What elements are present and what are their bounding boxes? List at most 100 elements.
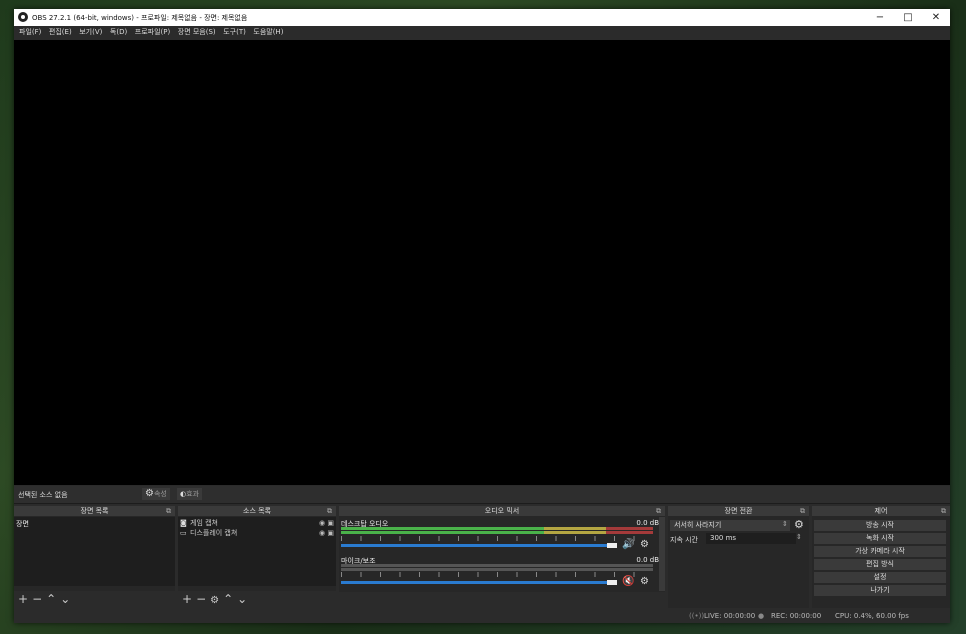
- transitions-dock: 장면 전환 ⧉ 서서히 사라지기 ⇕ ⚙ 지속 시간 300 ms ⇕: [668, 506, 809, 608]
- obs-logo-icon: [18, 12, 28, 22]
- chevron-down-icon: ⇕: [782, 520, 788, 528]
- controls-dock: 제어 ⧉ 방송 시작 녹화 시작 가상 카메라 시작 편집 방식 설정 나가기: [812, 506, 950, 608]
- controls-header: 제어 ⧉: [812, 506, 950, 516]
- undock-icon[interactable]: ⧉: [166, 506, 171, 516]
- no-source-label: 선택된 소스 없음: [18, 491, 68, 499]
- menu-help[interactable]: 도움말(H): [253, 26, 283, 39]
- remove-source-icon[interactable]: −: [196, 591, 206, 608]
- obs-window: OBS 27.2.1 (64-bit, windows) - 프로파일: 제목없…: [14, 9, 950, 623]
- gear-icon: ⚙: [145, 488, 154, 499]
- maximize-button[interactable]: □: [894, 9, 922, 26]
- live-timer: LIVE: 00:00:00: [704, 612, 756, 620]
- eye-icon[interactable]: ◉: [319, 519, 325, 527]
- exit-button[interactable]: 나가기: [814, 585, 946, 596]
- source-item[interactable]: ▭ 디스플레이 캡쳐 ◉ ▣: [180, 528, 336, 538]
- menu-file[interactable]: 파일(F): [19, 26, 41, 39]
- record-icon: ●: [758, 612, 765, 620]
- mixer-header: 오디오 믹서 ⧉: [339, 506, 665, 516]
- scene-item[interactable]: 장면: [16, 519, 29, 529]
- start-streaming-button[interactable]: 방송 시작: [814, 520, 946, 531]
- move-up-icon[interactable]: ⌃: [46, 591, 56, 608]
- meter-scale: [341, 572, 653, 577]
- eye-icon[interactable]: ◉: [319, 529, 325, 537]
- menu-scene-collection[interactable]: 장면 모음(S): [178, 26, 216, 39]
- cpu-fps: CPU: 0.4%, 60.00 fps: [835, 612, 909, 620]
- volume-slider-handle[interactable]: [607, 543, 617, 548]
- broadcast-icon: ((•)): [689, 612, 705, 620]
- title-bar: OBS 27.2.1 (64-bit, windows) - 프로파일: 제목없…: [14, 9, 950, 26]
- rec-timer: REC: 00:00:00: [771, 612, 822, 620]
- gear-icon[interactable]: ⚙: [794, 518, 804, 531]
- transitions-title: 장면 전환: [724, 507, 753, 515]
- mixer-title: 오디오 믹서: [484, 507, 520, 515]
- meter-scale: [341, 536, 653, 541]
- controls-title: 제어: [874, 507, 888, 515]
- move-up-icon[interactable]: ⌃: [223, 591, 233, 608]
- menu-tools[interactable]: 도구(T): [223, 26, 246, 39]
- preview-canvas[interactable]: [14, 40, 950, 485]
- add-source-icon[interactable]: +: [182, 591, 192, 608]
- status-bar: ((•)) LIVE: 00:00:00 ● REC: 00:00:00 CPU…: [14, 609, 950, 623]
- volume-slider-handle[interactable]: [607, 580, 617, 585]
- scenes-header: 장면 목록 ⧉: [14, 506, 175, 516]
- menu-profile[interactable]: 프로파일(P): [135, 26, 170, 39]
- transition-type-select[interactable]: 서서히 사라지기: [670, 520, 790, 531]
- lock-icon[interactable]: ▣: [327, 519, 334, 527]
- menu-view[interactable]: 보기(V): [79, 26, 102, 39]
- lock-icon[interactable]: ▣: [327, 529, 334, 537]
- source-label: 게임 캡쳐: [190, 519, 218, 527]
- spinner-icon[interactable]: ⇕: [796, 533, 802, 541]
- gear-icon[interactable]: ⚙: [640, 539, 649, 550]
- remove-scene-icon[interactable]: −: [32, 591, 42, 608]
- duration-label: 지속 시간: [670, 536, 698, 544]
- window-title: OBS 27.2.1 (64-bit, windows) - 프로파일: 제목없…: [32, 14, 248, 22]
- volume-meter: [341, 531, 653, 534]
- start-virtual-camera-button[interactable]: 가상 카메라 시작: [814, 546, 946, 557]
- settings-button[interactable]: 설정: [814, 572, 946, 583]
- move-down-icon[interactable]: ⌄: [237, 591, 247, 608]
- sources-list[interactable]: ◙ 게임 캡쳐 ◉ ▣ ▭ 디스플레이 캡쳐 ◉ ▣: [178, 517, 336, 586]
- move-down-icon[interactable]: ⌄: [60, 591, 70, 608]
- audio-mixer-dock: 오디오 믹서 ⧉ 데스크탑 오디오 0.0 dB 🔊 ⚙ 마이크/보조 0.0 d…: [339, 506, 665, 592]
- menu-bar: 파일(F) 편집(E) 보기(V) 독(D) 프로파일(P) 장면 모음(S) …: [14, 26, 950, 39]
- start-recording-button[interactable]: 녹화 시작: [814, 533, 946, 544]
- studio-mode-button[interactable]: 편집 방식: [814, 559, 946, 570]
- undock-icon[interactable]: ⧉: [800, 506, 805, 516]
- close-button[interactable]: ✕: [922, 9, 950, 26]
- muted-speaker-icon[interactable]: 🔇: [622, 576, 634, 587]
- transitions-header: 장면 전환 ⧉: [668, 506, 809, 516]
- volume-meter: [341, 568, 653, 571]
- menu-edit[interactable]: 편집(E): [49, 26, 72, 39]
- speaker-icon[interactable]: 🔊: [622, 539, 634, 550]
- undock-icon[interactable]: ⧉: [327, 506, 332, 516]
- monitor-icon: ▭: [180, 529, 187, 537]
- scenes-title: 장면 목록: [80, 507, 109, 515]
- volume-slider[interactable]: [341, 544, 613, 547]
- volume-meter: [341, 564, 653, 567]
- source-toolbar: 선택된 소스 없음 ⚙속성 ◐효과: [14, 486, 950, 504]
- gear-icon[interactable]: ⚙: [210, 592, 219, 609]
- gear-icon[interactable]: ⚙: [640, 576, 649, 587]
- gamepad-icon: ◙: [180, 519, 187, 527]
- sources-toolbar: + − ⚙ ⌃ ⌄: [178, 591, 336, 608]
- undock-icon[interactable]: ⧉: [941, 506, 946, 516]
- volume-meter: [341, 527, 653, 530]
- scenes-list[interactable]: 장면: [14, 517, 175, 586]
- mixer-scrollbar[interactable]: [659, 517, 665, 591]
- source-item[interactable]: ◙ 게임 캡쳐 ◉ ▣: [180, 518, 336, 528]
- filters-label: 효과: [186, 490, 199, 498]
- add-scene-icon[interactable]: +: [18, 591, 28, 608]
- sources-header: 소스 목록 ⧉: [178, 506, 336, 516]
- scenes-dock: 장면 목록 ⧉ 장면 + − ⌃ ⌄: [14, 506, 175, 608]
- undock-icon[interactable]: ⧉: [656, 506, 661, 516]
- channel-db: 0.0 dB: [636, 519, 659, 527]
- duration-input[interactable]: 300 ms: [706, 533, 796, 544]
- volume-slider[interactable]: [341, 581, 613, 584]
- properties-button[interactable]: ⚙속성: [142, 488, 170, 500]
- source-label: 디스플레이 캡쳐: [190, 529, 238, 537]
- minimize-button[interactable]: −: [866, 9, 894, 26]
- channel-db: 0.0 dB: [636, 556, 659, 564]
- sources-dock: 소스 목록 ⧉ ◙ 게임 캡쳐 ◉ ▣ ▭ 디스플레이 캡쳐 ◉ ▣ + − ⚙ ⌃ ⌄: [178, 506, 336, 608]
- filters-button[interactable]: ◐효과: [177, 488, 202, 500]
- menu-docks[interactable]: 독(D): [110, 26, 127, 39]
